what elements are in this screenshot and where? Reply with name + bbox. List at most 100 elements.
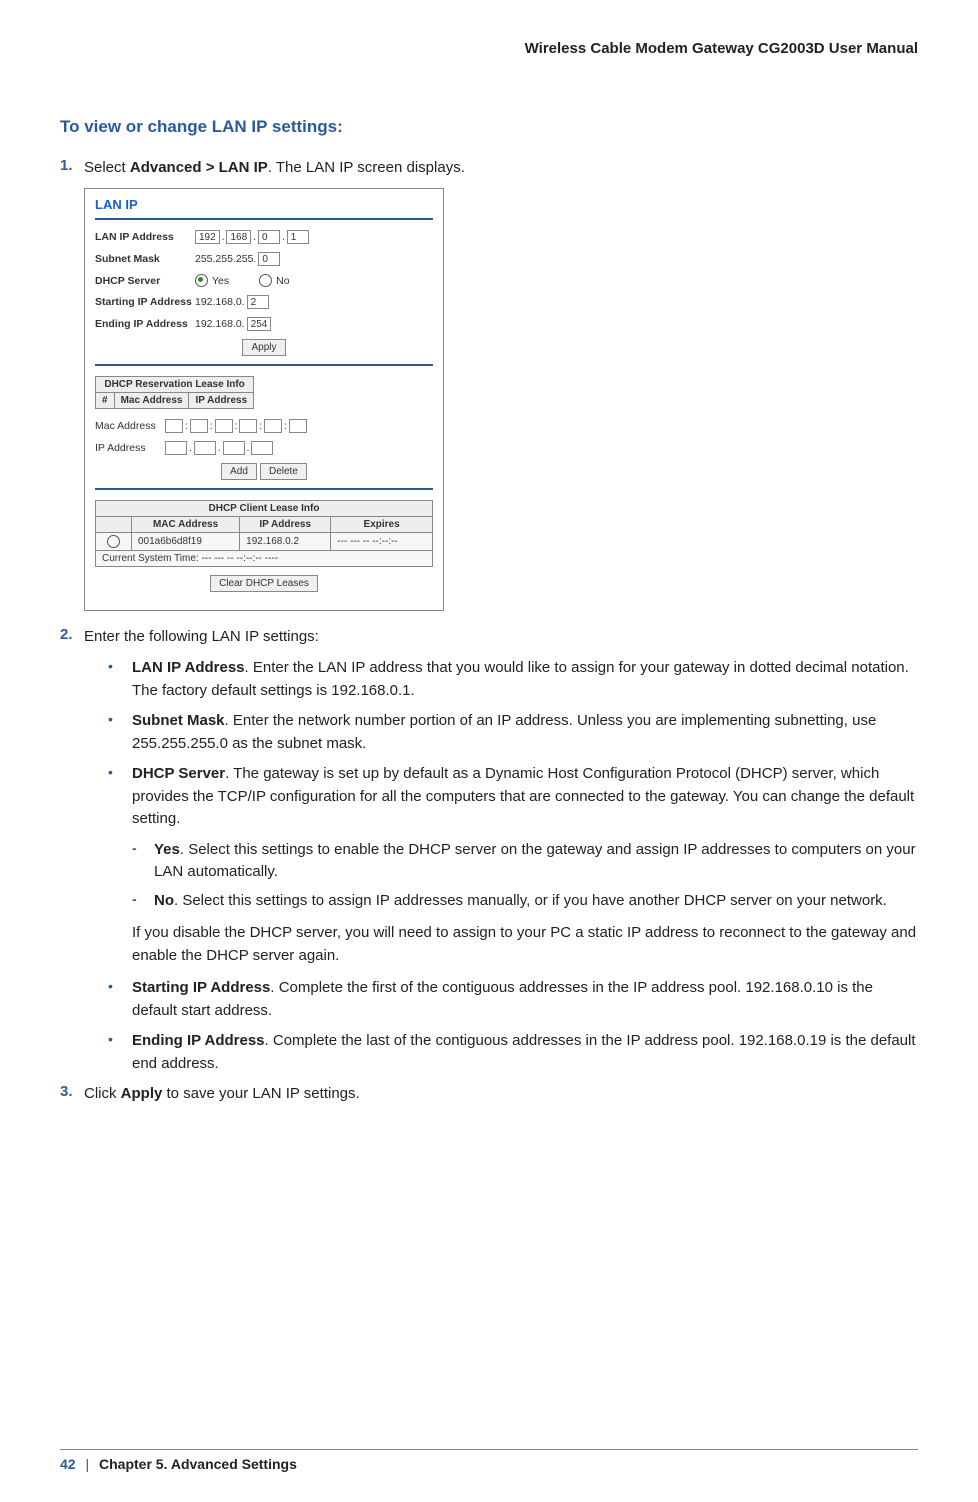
radio-yes-label: Yes — [212, 275, 229, 287]
chapter-title: Chapter 5. Advanced Settings — [99, 1456, 297, 1472]
apply-button[interactable]: Apply — [242, 339, 285, 356]
dash-icon: - — [132, 839, 154, 884]
ip-input[interactable] — [194, 441, 216, 455]
system-time: Current System Time: --- --- -- --:--:--… — [96, 551, 433, 567]
bold: Starting IP Address — [132, 979, 270, 996]
mac-input[interactable] — [165, 419, 183, 433]
text: . The LAN IP screen displays. — [268, 159, 465, 176]
bold: Subnet Mask — [132, 712, 225, 729]
bullet-icon: • — [108, 1030, 132, 1075]
ip-input[interactable] — [165, 441, 187, 455]
colon: : — [259, 421, 262, 432]
text: . Select this settings to assign IP addr… — [174, 892, 887, 909]
col-mac: Mac Address — [114, 393, 189, 409]
text: to save your LAN IP settings. — [162, 1085, 359, 1102]
ip-octet-input[interactable]: 168 — [226, 230, 251, 244]
colon: : — [210, 421, 213, 432]
bullet-icon: • — [108, 657, 132, 702]
divider — [95, 218, 433, 220]
col-num: # — [96, 393, 115, 409]
client-lease-table: DHCP Client Lease Info MAC Address IP Ad… — [95, 500, 433, 567]
page-footer: 42 | Chapter 5. Advanced Settings — [0, 1449, 978, 1472]
client-ip-header: IP Address — [240, 517, 331, 533]
start-ip-input[interactable]: 2 — [247, 295, 269, 309]
add-button[interactable]: Add — [221, 463, 257, 480]
mac-input[interactable] — [190, 419, 208, 433]
step-text: Enter the following LAN IP settings: — [84, 626, 319, 647]
separator: | — [85, 1456, 89, 1472]
mac-input[interactable] — [239, 419, 257, 433]
text: . Enter the network number portion of an… — [132, 712, 876, 752]
dot: . — [218, 443, 221, 454]
dash-text: Yes. Select this settings to enable the … — [154, 839, 918, 884]
radio-no-label: No — [276, 275, 289, 287]
ip-octet-input[interactable]: 192 — [195, 230, 220, 244]
end-ip-input[interactable]: 254 — [247, 317, 272, 331]
step-text: Select Advanced > LAN IP. The LAN IP scr… — [84, 157, 465, 178]
bullet-text: Starting IP Address. Complete the first … — [132, 977, 918, 1022]
clear-leases-button[interactable]: Clear DHCP Leases — [210, 575, 318, 592]
dot: . — [189, 443, 192, 454]
bullet-icon: • — [108, 763, 132, 831]
radio-no[interactable] — [259, 274, 272, 287]
doc-header: Wireless Cable Modem Gateway CG2003D Use… — [60, 40, 918, 57]
page-number: 42 — [60, 1456, 76, 1472]
colon: : — [185, 421, 188, 432]
bold-text: Apply — [121, 1085, 163, 1102]
divider — [95, 488, 433, 490]
mac-input[interactable] — [264, 419, 282, 433]
divider — [95, 364, 433, 366]
mac-input[interactable] — [289, 419, 307, 433]
text: Select — [84, 159, 130, 176]
subnet-prefix: 255.255.255. — [195, 253, 256, 265]
text: . The gateway is set up by default as a … — [132, 765, 914, 827]
bullet-text: Subnet Mask. Enter the network number po… — [132, 710, 918, 755]
client-exp-header: Expires — [331, 517, 433, 533]
bullet-text: LAN IP Address. Enter the LAN IP address… — [132, 657, 918, 702]
radio-yes[interactable] — [195, 274, 208, 287]
bullet-text: Ending IP Address. Complete the last of … — [132, 1030, 918, 1075]
bold: No — [154, 892, 174, 909]
step-number: 3. — [60, 1083, 84, 1104]
ip-octet-input[interactable]: 0 — [258, 230, 280, 244]
client-title: DHCP Client Lease Info — [96, 501, 433, 517]
ip-octet-input[interactable]: 1 — [287, 230, 309, 244]
client-mac: 001a6b6d8f19 — [131, 533, 239, 551]
subnet-input[interactable]: 0 — [258, 252, 280, 266]
mac-input[interactable] — [215, 419, 233, 433]
dash-icon: - — [132, 890, 154, 913]
ip-label: IP Address — [95, 442, 165, 454]
text: Click — [84, 1085, 121, 1102]
section-heading: To view or change LAN IP settings: — [60, 117, 918, 137]
radio-col — [96, 517, 132, 533]
bold: DHCP Server — [132, 765, 225, 782]
mac-label: Mac Address — [95, 420, 165, 432]
step-number: 2. — [60, 626, 84, 647]
bold: Yes — [154, 841, 180, 858]
colon: : — [284, 421, 287, 432]
note-text: If you disable the DHCP server, you will… — [132, 922, 918, 967]
dot: . — [282, 232, 285, 243]
bullet-text: DHCP Server. The gateway is set up by de… — [132, 763, 918, 831]
ip-prefix: 192.168.0. — [195, 296, 245, 308]
colon: : — [235, 421, 238, 432]
ip-input[interactable] — [251, 441, 273, 455]
dash-text: No. Select this settings to assign IP ad… — [154, 890, 887, 913]
step-text: Click Apply to save your LAN IP settings… — [84, 1083, 360, 1104]
footer-divider — [60, 1449, 918, 1450]
ip-prefix: 192.168.0. — [195, 318, 245, 330]
client-mac-header: MAC Address — [131, 517, 239, 533]
delete-button[interactable]: Delete — [260, 463, 307, 480]
bold-text: Advanced > LAN IP — [130, 159, 268, 176]
dot: . — [253, 232, 256, 243]
col-ip: IP Address — [189, 393, 254, 409]
ip-input[interactable] — [223, 441, 245, 455]
bold: Ending IP Address — [132, 1032, 265, 1049]
lan-ip-screenshot: LAN IP LAN IP Address 192. 168. 0. 1 Sub… — [84, 188, 444, 611]
client-radio[interactable] — [96, 533, 132, 551]
bold: LAN IP Address — [132, 659, 245, 676]
client-exp: --- --- -- --:--:-- — [331, 533, 433, 551]
text: . Select this settings to enable the DHC… — [154, 841, 916, 881]
panel-title: LAN IP — [95, 197, 433, 212]
lan-ip-label: LAN IP Address — [95, 231, 195, 243]
